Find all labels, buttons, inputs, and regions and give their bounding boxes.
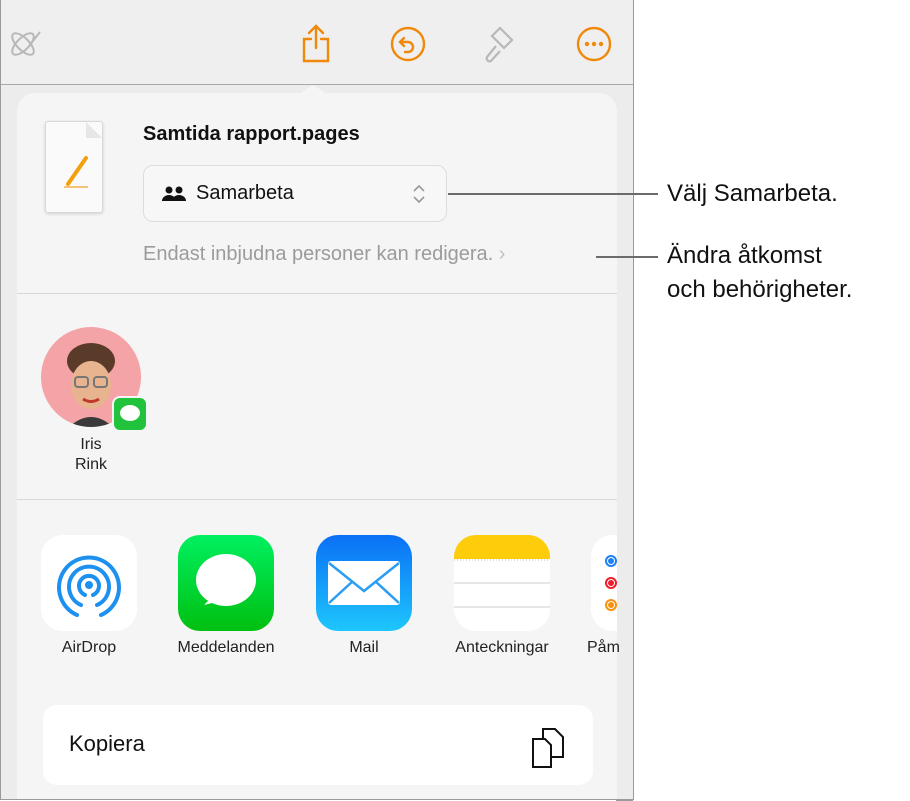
document-title: Samtida rapport.pages (143, 123, 360, 145)
copy-icon (532, 728, 564, 768)
callout-select: Välj Samarbeta. (667, 180, 838, 207)
copy-button[interactable]: Kopiera (43, 705, 593, 785)
document-thumbnail (45, 121, 103, 213)
app-label: AirDrop (61, 639, 117, 656)
collaboration-mode-select[interactable]: Samarbeta (143, 165, 447, 222)
permissions-link[interactable]: Endast inbjudna personer kan redigera. › (143, 243, 505, 266)
first-name: Iris (80, 436, 102, 453)
callout-permissions: Ändra åtkomst och behörigheter. (667, 239, 852, 307)
messages-badge-icon (112, 396, 148, 432)
airdrop-icon[interactable] (41, 535, 137, 631)
callout-line1: Ändra åtkomst (667, 242, 822, 269)
people-icon (162, 186, 186, 201)
select-value: Samarbeta (196, 182, 294, 204)
more-icon[interactable] (576, 26, 612, 62)
divider (17, 293, 617, 294)
app-label: Mail (349, 639, 379, 656)
copy-label: Kopiera (69, 731, 145, 756)
undo-icon[interactable] (390, 26, 426, 62)
format-brush-icon[interactable] (482, 26, 518, 63)
callout-line (448, 193, 658, 195)
callout-line2: och behörigheter. (667, 276, 853, 303)
app-label: Meddelanden (177, 639, 275, 656)
notes-app-icon[interactable] (454, 535, 550, 631)
callout-line (596, 256, 658, 258)
person-name: Iris Rink (41, 435, 141, 475)
permissions-text: Endast inbjudna personer kan redigera. (143, 243, 494, 265)
chevron-right-icon: › (498, 243, 506, 265)
reminders-app-icon[interactable] (591, 535, 617, 631)
pen-icon (64, 122, 102, 188)
app-label: Anteckningar (455, 639, 549, 656)
messages-app-icon[interactable] (178, 535, 274, 631)
share-popover: Samtida rapport.pages Samarbeta Endast i… (17, 93, 620, 799)
toolbar (1, 0, 633, 85)
app-label: Påm (587, 639, 620, 656)
chevron-updown-icon (413, 184, 425, 203)
share-icon[interactable] (298, 24, 334, 63)
last-name: Rink (74, 456, 107, 473)
collaboration-icon[interactable] (7, 26, 43, 62)
app-window: Samtida rapport.pages Samarbeta Endast i… (0, 0, 634, 800)
mail-app-icon[interactable] (316, 535, 412, 631)
divider (17, 499, 617, 500)
